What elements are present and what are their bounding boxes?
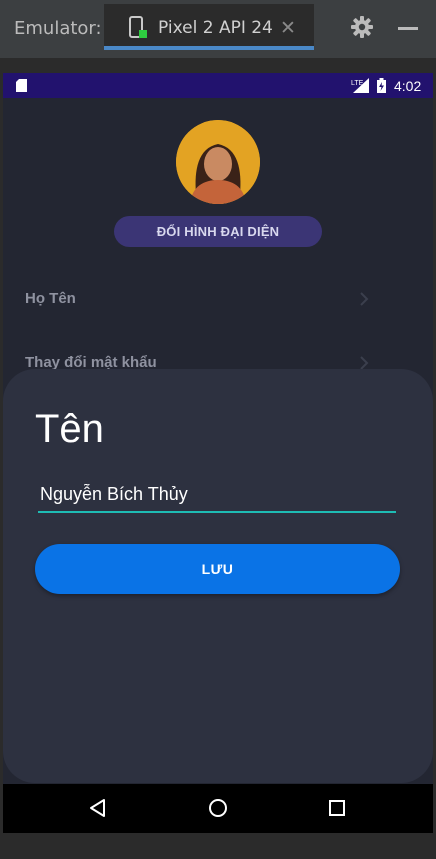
chevron-right-icon: [359, 291, 369, 312]
menu-item-full-name[interactable]: Họ Tên: [3, 275, 433, 325]
status-bar: LTE 4:02: [3, 73, 433, 98]
change-avatar-button[interactable]: ĐỔI HÌNH ĐẠI DIỆN: [114, 216, 322, 247]
navigation-bar: [3, 784, 433, 833]
sheet-title: Tên: [35, 407, 104, 451]
battery-charging-icon: [377, 78, 386, 98]
recents-icon[interactable]: [328, 799, 346, 822]
status-clock: 4:02: [394, 78, 422, 94]
emulator-toolbar: Emulator: Pixel 2 API 24 ✕: [0, 0, 436, 58]
save-button[interactable]: LƯU: [35, 544, 400, 594]
gear-icon[interactable]: [350, 15, 374, 44]
menu-item-label: Họ Tên: [25, 290, 76, 307]
tab-pixel-2-api-24[interactable]: Pixel 2 API 24 ✕: [104, 4, 314, 50]
minimize-icon[interactable]: [398, 27, 418, 30]
back-icon[interactable]: [88, 798, 108, 823]
home-icon[interactable]: [208, 798, 228, 823]
sd-card-icon: [16, 79, 27, 97]
emulator-label: Emulator:: [14, 18, 102, 39]
edit-name-bottom-sheet: Tên LƯU: [3, 369, 433, 783]
device-icon: [128, 16, 148, 45]
tab-title: Pixel 2 API 24: [158, 18, 273, 38]
avatar[interactable]: [176, 120, 260, 204]
svg-text:LTE: LTE: [351, 80, 364, 87]
close-tab-icon[interactable]: ✕: [280, 17, 296, 40]
device-screen: LTE 4:02 ĐỔI HÌNH ĐẠI DIỆN Họ Tên Thay đ…: [3, 73, 433, 833]
active-tab-indicator: [104, 46, 314, 50]
lte-signal-icon: LTE: [351, 78, 371, 98]
name-input[interactable]: [38, 481, 396, 513]
